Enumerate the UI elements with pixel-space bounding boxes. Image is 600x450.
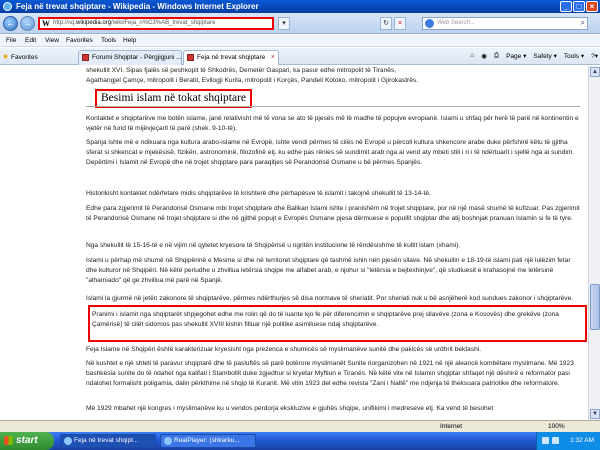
tray-icon[interactable]: [542, 437, 549, 444]
address-bar[interactable]: W http://sq.wikipedia.org/wiki/Feja_n%C3…: [38, 17, 274, 30]
tab-feja[interactable]: Feja në trevat shqiptare ×: [183, 50, 279, 65]
tab-label: Forumi Shqiptar - Përgjigjuni ...: [92, 54, 182, 61]
ie-icon: [64, 437, 72, 445]
address-url[interactable]: http://sq.wikipedia.org/wiki/Feja_n%C3%A…: [53, 20, 215, 27]
safety-menu[interactable]: Safety ▾: [533, 52, 557, 60]
stop-button[interactable]: ×: [394, 17, 406, 30]
vertical-scrollbar[interactable]: ▲ ▼: [588, 66, 600, 420]
close-button[interactable]: ×: [586, 1, 598, 12]
status-bar: Internet 100%: [0, 420, 600, 432]
scroll-down-icon[interactable]: ▼: [590, 409, 600, 419]
paragraph: Kontaktet e shqiptarëve me botën islame,…: [86, 115, 579, 132]
paragraph: Në kushtet e një shteti të paravur shqip…: [86, 360, 574, 387]
tray-icons: [542, 437, 559, 444]
search-icon[interactable]: ⌕: [581, 18, 585, 28]
home-icon[interactable]: ⌂: [470, 52, 474, 60]
page-icon: [187, 54, 194, 61]
security-zone: Internet: [440, 423, 463, 430]
ie-logo-icon: [3, 2, 12, 11]
wikipedia-favicon-icon: W: [42, 19, 50, 28]
tab-forumi[interactable]: Forumi Shqiptar - Përgjigjuni ...: [78, 50, 182, 65]
search-box[interactable]: Web Search... ⌕: [422, 17, 588, 30]
command-bar: ⌂ ◉ ⎙ Page ▾ Safety ▾ Tools ▾ ?▾: [470, 52, 598, 60]
scroll-up-icon[interactable]: ▲: [590, 67, 600, 77]
paragraph: Historikisht kontaktet ndërfetare midis …: [86, 190, 431, 197]
task-label: Feja në trevat shqipt...: [74, 437, 139, 444]
window-title: Feja në trevat shqiptare - Wikipedia - W…: [16, 2, 259, 11]
realplayer-icon: [164, 437, 172, 445]
window-controls: _ □ ×: [560, 1, 598, 12]
forward-button[interactable]: →: [20, 16, 35, 31]
windows-logo-icon: [4, 436, 13, 445]
taskbar-item-ie[interactable]: Feja në trevat shqipt...: [60, 434, 156, 448]
page-icon: [82, 54, 89, 61]
back-button[interactable]: ←: [3, 16, 18, 31]
print-icon[interactable]: ⎙: [494, 52, 499, 60]
system-tray: 1:32 AM: [536, 432, 600, 450]
start-label: start: [16, 435, 38, 446]
tray-icon[interactable]: [552, 437, 559, 444]
favorites-button[interactable]: ★ Favorites: [2, 52, 38, 61]
clock: 1:32 AM: [570, 437, 594, 444]
menu-favorites[interactable]: Favorites: [66, 37, 93, 44]
article-line: shekullit XVI. Sipas fjalës së peshkopit…: [86, 67, 397, 74]
menu-view[interactable]: View: [45, 37, 59, 44]
title-bar: Feja në trevat shqiptare - Wikipedia - W…: [0, 0, 600, 13]
tab-close-icon[interactable]: ×: [271, 51, 275, 64]
article-line: Agathangjel Çamçe, mitropolit i Beratit,…: [86, 77, 419, 84]
menu-edit[interactable]: Edit: [25, 37, 36, 44]
minimize-button[interactable]: _: [560, 1, 572, 12]
search-provider-icon: [425, 19, 434, 28]
tab-bar: ★ Favorites Forumi Shqiptar - Përgjigjun…: [0, 48, 600, 65]
tools-menu[interactable]: Tools ▾: [564, 52, 584, 60]
tab-label: Feja në trevat shqiptare: [197, 54, 266, 61]
heading-underline: [86, 106, 580, 107]
paragraph: Feja Islame në Shqipëri është karakteriz…: [86, 346, 482, 353]
paragraph: Edhe para zgjerimit të Perandorisë Osman…: [86, 205, 580, 222]
menu-bar: File Edit View Favorites Tools Help: [0, 35, 600, 47]
feeds-icon[interactable]: ◉: [481, 52, 487, 60]
taskbar-item-realplayer[interactable]: RealPlayer: (shkarku...: [160, 434, 256, 448]
zoom-level[interactable]: 100%: [548, 423, 565, 430]
help-menu[interactable]: ?▾: [591, 52, 598, 60]
taskbar: start Feja në trevat shqipt... RealPlaye…: [0, 432, 600, 450]
menu-file[interactable]: File: [6, 37, 16, 44]
scroll-thumb[interactable]: [590, 284, 600, 330]
paragraph: Nga shekullit të 15-16-të e në vijim në …: [86, 242, 461, 249]
highlighted-paragraph: Pranimi i islamit nga shqiptarët shpjego…: [92, 311, 559, 328]
star-icon: ★: [2, 52, 10, 61]
refresh-button[interactable]: ↻: [380, 17, 392, 30]
search-placeholder: Web Search...: [437, 20, 475, 26]
paragraph: Spanja ishte më e ndikuara nga kultura a…: [86, 139, 575, 166]
task-label: RealPlayer: (shkarku...: [174, 437, 240, 444]
maximize-button[interactable]: □: [573, 1, 585, 12]
start-button[interactable]: start: [0, 432, 54, 450]
address-toolbar: ← → W http://sq.wikipedia.org/wiki/Feja_…: [0, 13, 600, 34]
page-menu[interactable]: Page ▾: [506, 52, 526, 60]
paragraph: Islami u përhap më shumë në Shqipërinë e…: [86, 257, 571, 284]
compat-view-button[interactable]: ▾: [278, 17, 290, 30]
menu-help[interactable]: Help: [123, 37, 136, 44]
menu-tools[interactable]: Tools: [101, 37, 116, 44]
